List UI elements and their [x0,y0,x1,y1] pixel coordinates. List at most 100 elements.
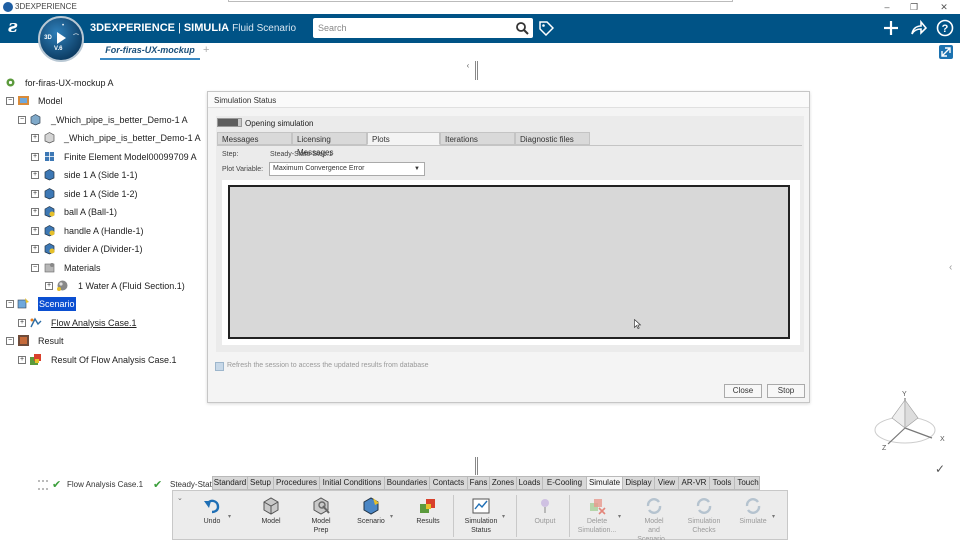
simulation-checks-label: Simulation Checks [681,517,727,535]
tab-contacts[interactable]: Contacts [430,477,468,489]
scenario-button[interactable]: Scenario ▾ [351,491,393,540]
collapse-panel-icon[interactable]: ‹ [463,61,473,71]
expand-toggle[interactable]: + [31,208,39,216]
help-icon[interactable]: ? [936,19,954,37]
tab-initial-conditions[interactable]: Initial Conditions [320,477,385,489]
simulate-label: Simulate [739,518,767,525]
tab-tools[interactable]: Tools [710,477,735,489]
chevron-down-icon[interactable]: ▾ [618,513,621,520]
action-bar: ⌄ Undo ▾ Model Model Prep Scenario ▾ Resu… [172,490,788,540]
panel-splitter[interactable] [475,61,478,80]
tab-zones[interactable]: Zones [490,477,517,489]
results-button[interactable]: Results [411,491,445,540]
tab-loads[interactable]: Loads [517,477,543,489]
axis-triad-widget[interactable]: Y X Z [872,388,952,458]
chevron-down-icon[interactable]: ▾ [228,513,231,520]
tab-active[interactable]: For-firas-UX-mockup [100,43,200,60]
grip-icon[interactable] [38,480,48,490]
plot-variable-label: Plot Variable: [222,166,264,173]
dialog-title-bar[interactable] [208,92,809,108]
add-tab-button[interactable]: + [203,43,209,58]
bottom-splitter[interactable] [475,457,478,475]
step-value: Steady-State Step.1 [270,151,333,158]
compass-social-icon[interactable]: ⌒ [69,31,83,45]
chevron-down-icon[interactable]: ▾ [390,513,393,520]
compass-top-icon[interactable]: • [56,19,70,33]
tab-touch[interactable]: Touch [735,477,761,489]
collapse-toggle[interactable]: − [6,97,14,105]
expand-toggle[interactable]: + [31,245,39,253]
collapse-toggle[interactable]: − [6,337,14,345]
plot-canvas[interactable] [228,185,790,339]
stop-button[interactable]: Stop [767,384,805,398]
share-icon[interactable] [909,19,927,37]
expand-toggle[interactable]: + [31,227,39,235]
restore-button[interactable]: ❐ [907,1,921,13]
plot-variable-value: Maximum Convergence Error [273,165,365,172]
tab-fans[interactable]: Fans [468,477,490,489]
tab-diagnostic-files[interactable]: Diagnostic files [515,132,590,145]
tab-display[interactable]: Display [623,477,655,489]
expand-icon[interactable] [939,45,953,59]
add-icon[interactable] [882,19,900,37]
chevron-down-icon[interactable]: ▾ [772,513,775,520]
search-input[interactable] [313,18,509,38]
expand-toggle[interactable]: + [18,356,26,364]
tree-water-label: 1 Water A (Fluid Section.1) [78,281,185,291]
chevron-down-icon[interactable]: ▾ [502,513,505,520]
status-case: Flow Analysis Case.1 [67,480,144,489]
tab-e-cooling[interactable]: E-Cooling [543,477,587,489]
simulation-status-icon [472,498,490,514]
undo-button[interactable]: Undo ▾ [195,491,231,540]
results-label: Results [416,518,440,525]
tab-simulate[interactable]: Simulate [587,477,623,489]
window-close-button[interactable]: ✕ [937,1,951,13]
tab-iterations[interactable]: Iterations [440,132,515,145]
expand-toggle[interactable]: + [31,190,39,198]
expand-toggle[interactable]: + [31,153,39,161]
close-button[interactable]: Close [724,384,762,398]
expand-toggle[interactable]: + [45,282,53,290]
tab-licensing-messages[interactable]: Licensing Messages [292,132,367,157]
collapse-toggle[interactable]: − [31,264,39,272]
search-box[interactable] [313,18,533,38]
scenario-icon [363,497,379,515]
model-button[interactable]: Model [253,491,289,540]
simulation-checks-button[interactable]: Simulation Checks [681,491,727,540]
tab-ar-vr[interactable]: AR-VR [679,477,710,489]
model-prep-button[interactable]: Model Prep [303,491,339,540]
chevron-down-icon[interactable]: ⌄ [177,494,183,502]
os-window-title: 3DEXPERIENCE [15,2,77,11]
model-and-scenario-button[interactable]: Model and Scenario... [631,491,677,540]
simulate-button[interactable]: Simulate ▾ [733,491,775,540]
compass-widget[interactable]: • 3D ⌒ V.6 [38,16,84,62]
side-panel-toggle-icon[interactable]: ‹ [949,262,952,273]
tab-plots[interactable]: Plots [367,132,440,145]
delete-simulation-button[interactable]: Delete Simulation... ▾ [575,491,621,540]
collapse-toggle[interactable]: − [6,300,14,308]
tree-root-label: for-firas-UX-mockup A [25,78,114,88]
tab-messages[interactable]: Messages [217,132,292,145]
pin-icon[interactable]: ✓ [935,462,945,476]
compass-3d-icon[interactable]: 3D [41,31,55,45]
output-button[interactable]: Output [525,491,565,540]
play-icon[interactable] [57,32,66,44]
tab-standard[interactable]: Standard [213,477,248,489]
tag-icon[interactable] [538,20,554,36]
simulation-status-button[interactable]: Simulation Status ▾ [459,491,505,540]
tab-procedures[interactable]: Procedures [274,477,320,489]
tab-setup[interactable]: Setup [248,477,274,489]
results-icon [420,499,435,513]
search-icon[interactable] [515,21,529,35]
ds-logo-icon: ƨ [8,17,18,37]
plot-variable-select[interactable]: Maximum Convergence Error ▼ [269,162,425,176]
tab-boundaries[interactable]: Boundaries [385,477,430,489]
expand-toggle[interactable]: + [31,134,39,142]
tab-view[interactable]: View [655,477,679,489]
minimize-button[interactable]: – [880,1,894,13]
collapse-toggle[interactable]: − [18,116,26,124]
expand-toggle[interactable]: + [31,171,39,179]
expand-toggle[interactable]: + [18,319,26,327]
model-scenario-label: Model and Scenario... [631,517,677,540]
gear-icon [6,78,15,87]
